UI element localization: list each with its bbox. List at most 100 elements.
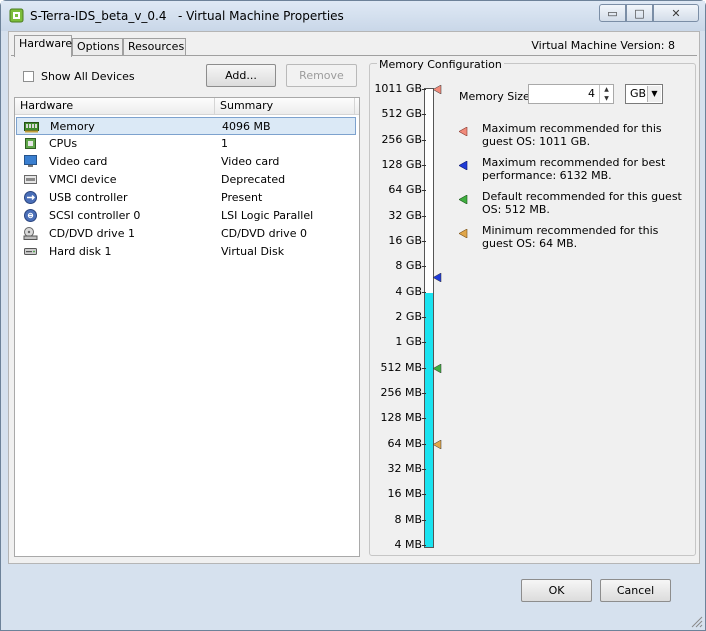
cancel-button[interactable]: Cancel	[600, 579, 671, 602]
vsphere-app-icon	[9, 8, 24, 23]
memory-icon	[24, 122, 39, 133]
hardware-summary: 4096 MB	[222, 120, 271, 133]
scale-tick	[422, 114, 426, 116]
maximize-button[interactable]: □	[626, 4, 653, 22]
title-bar[interactable]: S-Terra-IDS_beta_v_0.4 - Virtual Machine…	[1, 1, 705, 31]
table-row[interactable]: Video card Video card	[16, 153, 356, 171]
memory-configuration-title: Memory Configuration	[377, 58, 504, 71]
hardware-name: CPUs	[49, 137, 78, 150]
scale-label: 512 GB	[381, 107, 422, 121]
table-row[interactable]: Memory 4096 MB	[16, 117, 356, 135]
slider-marker	[433, 272, 442, 282]
vm-version-label: Virtual Machine Version: 8	[531, 39, 675, 52]
memory-size-input[interactable]: 4 ▲ ▼	[528, 84, 614, 104]
dialog-client-area: Hardware Options Resources Virtual Machi…	[8, 31, 700, 564]
memory-unit-value: GB	[630, 87, 647, 100]
tab-resources[interactable]: Resources	[123, 38, 186, 56]
scale-label: 16 MB	[387, 487, 422, 501]
minimize-button[interactable]: ▭	[599, 4, 626, 22]
hardware-name: CD/DVD drive 1	[49, 227, 135, 240]
remove-device-button[interactable]: Remove	[286, 64, 357, 87]
cdrom-icon	[23, 227, 38, 240]
scale-label: 8 GB	[395, 259, 422, 273]
scale-tick	[422, 190, 426, 192]
scale-tick	[422, 215, 426, 217]
hardware-summary: LSI Logic Parallel	[221, 209, 314, 222]
scale-tick	[422, 291, 426, 293]
default-marker-icon	[459, 195, 468, 204]
hardware-summary: Video card	[221, 155, 280, 168]
memory-slider[interactable]	[424, 88, 434, 548]
ok-button[interactable]: OK	[521, 579, 592, 602]
table-row[interactable]: Hard disk 1 Virtual Disk	[16, 243, 356, 261]
vmci-icon	[24, 175, 37, 184]
scale-label: 512 MB	[380, 360, 422, 374]
max-guest-marker-icon	[459, 127, 468, 136]
tab-options[interactable]: Options	[72, 38, 123, 56]
memory-unit-select[interactable]: GB ▼	[625, 84, 663, 104]
scale-label: 128 MB	[380, 411, 422, 425]
show-all-devices-row[interactable]: Show All Devices	[23, 70, 135, 83]
scale-label: 2 GB	[395, 310, 422, 323]
scale-tick	[422, 89, 426, 90]
scale-tick	[422, 367, 426, 369]
scale-tick	[422, 241, 426, 242]
show-all-devices-label: Show All Devices	[41, 70, 135, 83]
slider-marker	[433, 85, 442, 94]
hardware-name: Video card	[49, 155, 108, 168]
properties-window: S-Terra-IDS_beta_v_0.4 - Virtual Machine…	[0, 0, 706, 631]
rec-minimum-text: Minimum recommended for this guest OS: 6…	[482, 224, 659, 250]
column-header-hardware[interactable]: Hardware	[15, 98, 215, 115]
scale-label: 16 GB	[388, 234, 422, 247]
table-row[interactable]: VMCI device Deprecated	[16, 171, 356, 189]
spin-down-icon[interactable]: ▼	[599, 94, 613, 103]
scale-tick	[422, 317, 426, 318]
scale-label: 128 GB	[381, 158, 422, 171]
monitor-icon	[24, 155, 37, 167]
show-all-devices-checkbox[interactable]	[23, 71, 34, 82]
slider-marker	[433, 363, 442, 373]
hardware-list-header: Hardware Summary	[15, 98, 359, 115]
usb-icon	[24, 191, 37, 204]
scale-tick	[422, 418, 426, 420]
hardware-summary: Virtual Disk	[221, 245, 285, 258]
table-row[interactable]: USB controller Present	[16, 189, 356, 207]
scale-label: 1011 GB	[374, 82, 422, 95]
hardware-name: Memory	[50, 120, 95, 133]
tab-hardware[interactable]: Hardware	[14, 35, 72, 57]
table-row[interactable]: CPUs 1	[16, 135, 356, 153]
memory-slider-fill	[425, 292, 433, 547]
scale-label: 64 MB	[387, 436, 422, 450]
rec-default-text: Default recommended for this guest OS: 5…	[482, 190, 682, 216]
scale-tick	[422, 393, 426, 394]
chevron-down-icon[interactable]: ▼	[647, 86, 661, 102]
close-button[interactable]: ✕	[653, 4, 699, 22]
scsi-icon	[24, 209, 37, 222]
hardware-name: USB controller	[49, 191, 128, 204]
hardware-name: Hard disk 1	[49, 245, 112, 258]
minimum-marker-icon	[459, 229, 468, 238]
hardware-summary: 1	[221, 137, 228, 150]
scale-label: 8 MB	[394, 512, 422, 526]
harddisk-icon	[24, 248, 37, 255]
hardware-summary: Present	[221, 191, 263, 204]
hardware-list: Hardware Summary Memory 4096 MB CPUs 1 V…	[14, 97, 360, 557]
hardware-summary: CD/DVD drive 0	[221, 227, 307, 240]
memory-size-value: 4	[588, 87, 595, 100]
scale-tick	[422, 139, 426, 141]
window-title: S-Terra-IDS_beta_v_0.4 - Virtual Machine…	[30, 9, 344, 23]
table-row[interactable]: CD/DVD drive 1 CD/DVD drive 0	[16, 225, 356, 243]
scale-tick	[422, 494, 426, 496]
memory-configuration-group: Memory Configuration 1011 GB 512 GB 256 GB…	[369, 58, 696, 556]
hardware-summary: Deprecated	[221, 173, 286, 186]
column-header-summary[interactable]: Summary	[215, 98, 355, 115]
add-device-button[interactable]: Add...	[206, 64, 276, 87]
scale-label: 64 GB	[388, 183, 422, 197]
scale-label: 32 MB	[387, 462, 422, 475]
resize-grip-icon[interactable]	[689, 614, 703, 628]
memory-size-label: Memory Size:	[459, 90, 534, 103]
scale-tick	[422, 443, 426, 445]
scale-tick	[422, 469, 426, 470]
scale-label: 4 MB	[394, 538, 422, 551]
table-row[interactable]: SCSI controller 0 LSI Logic Parallel	[16, 207, 356, 225]
